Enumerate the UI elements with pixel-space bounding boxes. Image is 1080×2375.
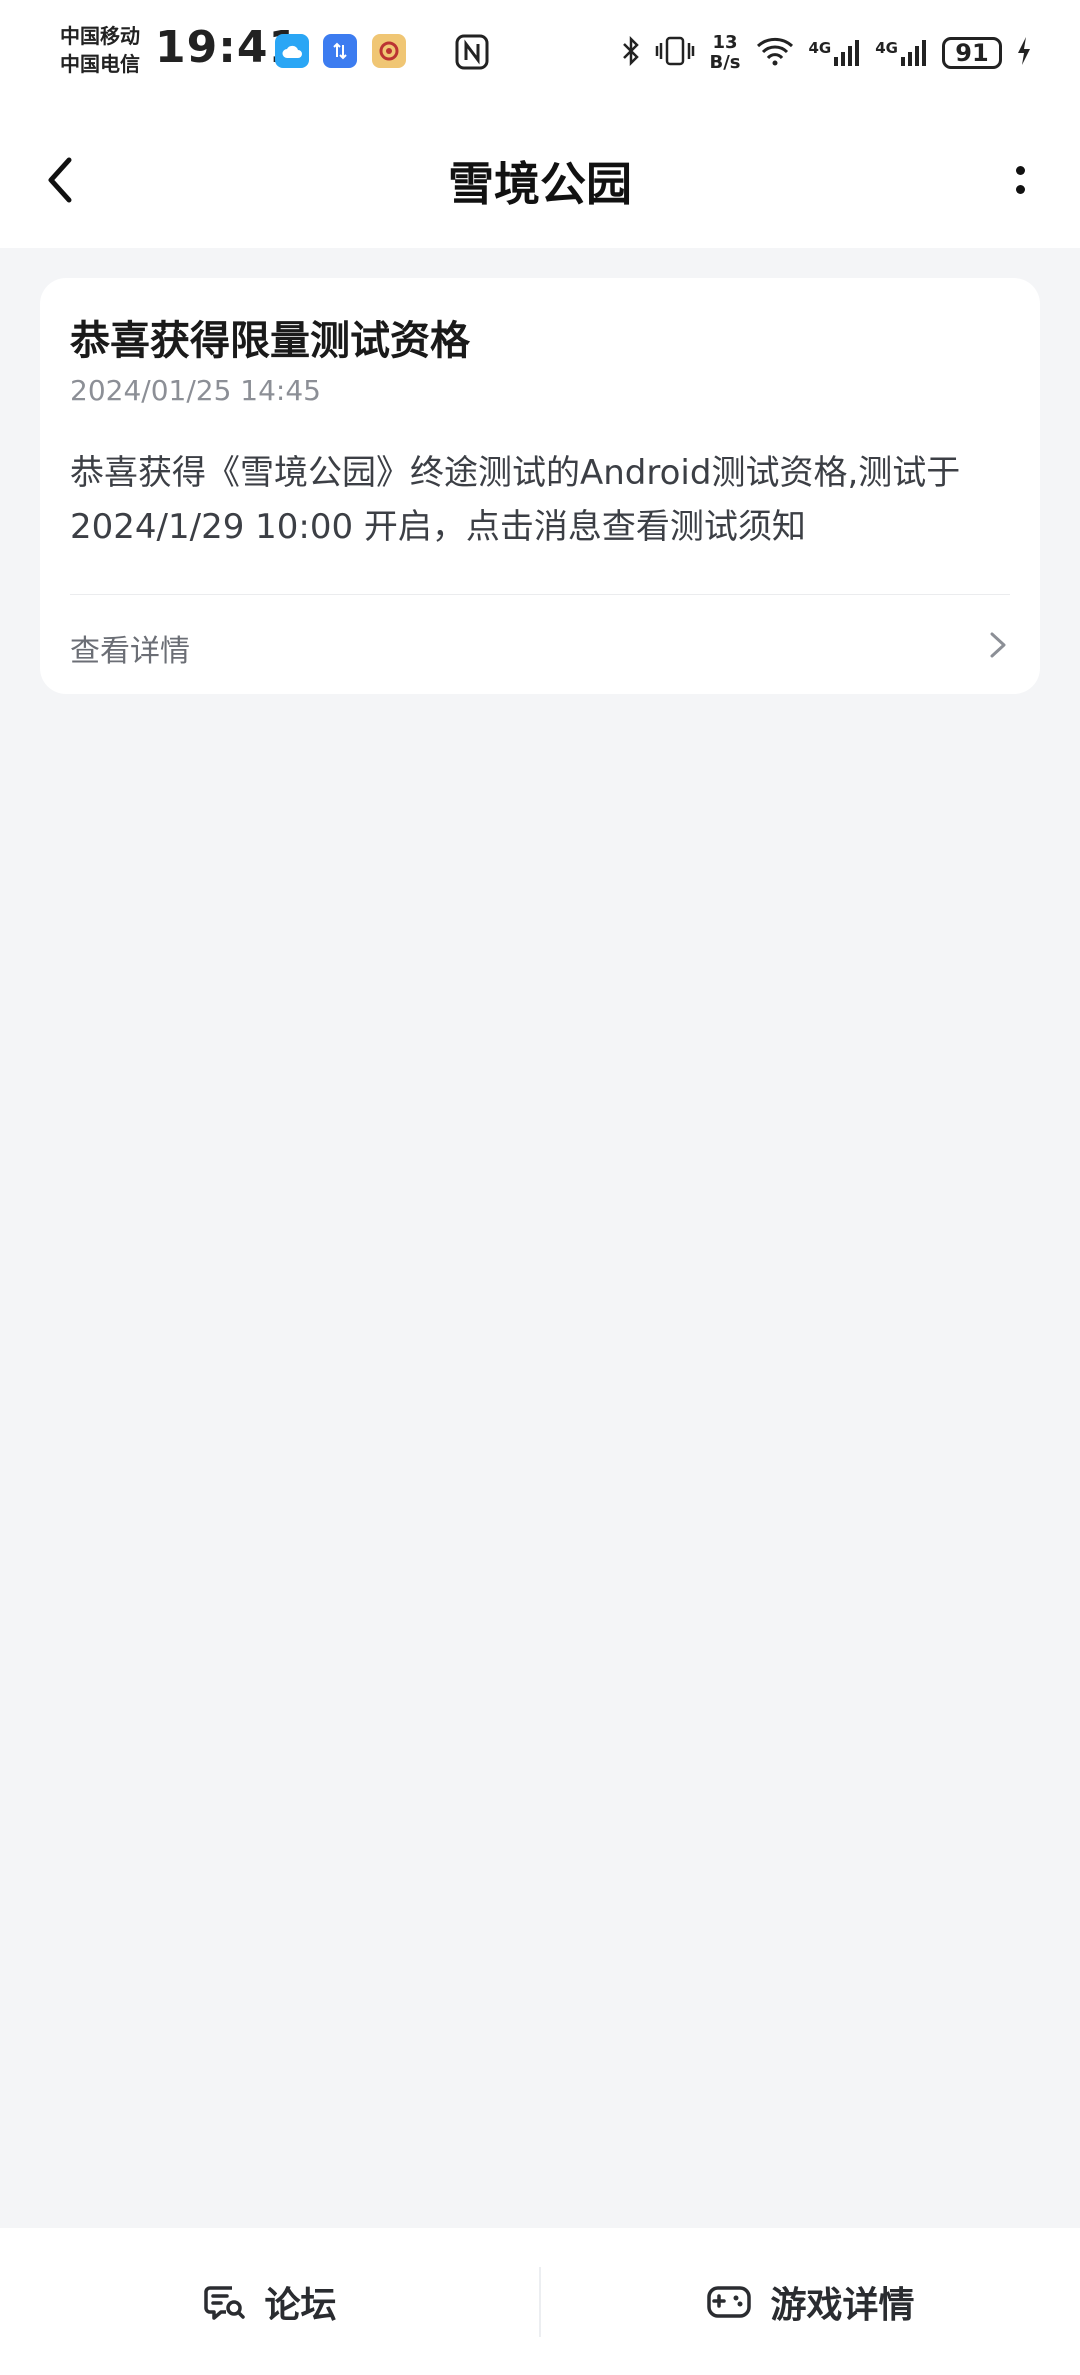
forum-label: 论坛: [264, 2284, 337, 2326]
game-app-icon: [372, 34, 406, 68]
chevron-right-icon: [990, 632, 1006, 658]
status-bar: 中国移动 中国电信 19:41 13 B/s 4G 4G 91: [0, 0, 1080, 110]
message-title: 恭喜获得限量测试资格: [70, 318, 470, 364]
carrier-info: 中国移动 中国电信: [60, 22, 156, 78]
network-type-2: 4G: [875, 39, 898, 57]
bottom-nav: 论坛 游戏详情: [0, 2228, 1080, 2375]
net-speed-value: 13: [712, 32, 738, 53]
nfc-icon: [455, 34, 489, 74]
page-title: 雪境公园: [448, 157, 632, 211]
vibrate-icon: [655, 35, 695, 71]
message-body: 恭喜获得《雪境公园》终途测试的Android测试资格,测试于2024/1/29 …: [70, 453, 961, 547]
battery-level: 91: [955, 39, 989, 67]
forum-icon: [204, 2285, 246, 2320]
status-icons: 13 B/s 4G 4G 91: [621, 28, 1032, 78]
game-details-label: 游戏详情: [770, 2284, 915, 2326]
message-timestamp: 2024/01/25 14:45: [70, 374, 321, 407]
view-details-label: 查看详情: [70, 634, 190, 669]
message-card[interactable]: 恭喜获得限量测试资格 2024/01/25 14:45 恭喜获得《雪境公园》终途…: [40, 278, 1040, 694]
view-details-button[interactable]: 查看详情: [40, 596, 1040, 692]
forum-tab[interactable]: 论坛: [0, 2228, 539, 2375]
signal-1-icon: 4G: [809, 39, 862, 67]
transfer-app-icon: [323, 34, 357, 68]
more-dot-icon: [1015, 185, 1025, 194]
bluetooth-icon: [621, 35, 641, 71]
app-header: 雪境公园: [0, 110, 1080, 248]
net-speed-unit: B/s: [709, 52, 741, 73]
card-divider: [70, 594, 1010, 595]
carrier-2: 中国电信: [60, 52, 140, 76]
wifi-icon: [755, 36, 795, 70]
more-dot-icon: [1015, 166, 1025, 175]
net-speed: 13 B/s: [709, 33, 740, 73]
network-type-1: 4G: [808, 39, 832, 57]
gamepad-icon: [707, 2285, 752, 2318]
cloud-app-icon: [275, 34, 309, 68]
carrier-1: 中国移动: [60, 24, 140, 48]
signal-2-icon: 4G: [875, 39, 928, 67]
charging-icon: [1016, 35, 1032, 71]
game-details-tab[interactable]: 游戏详情: [541, 2228, 1080, 2375]
battery-icon: 91: [942, 37, 1002, 69]
more-options-button[interactable]: [1000, 150, 1040, 210]
